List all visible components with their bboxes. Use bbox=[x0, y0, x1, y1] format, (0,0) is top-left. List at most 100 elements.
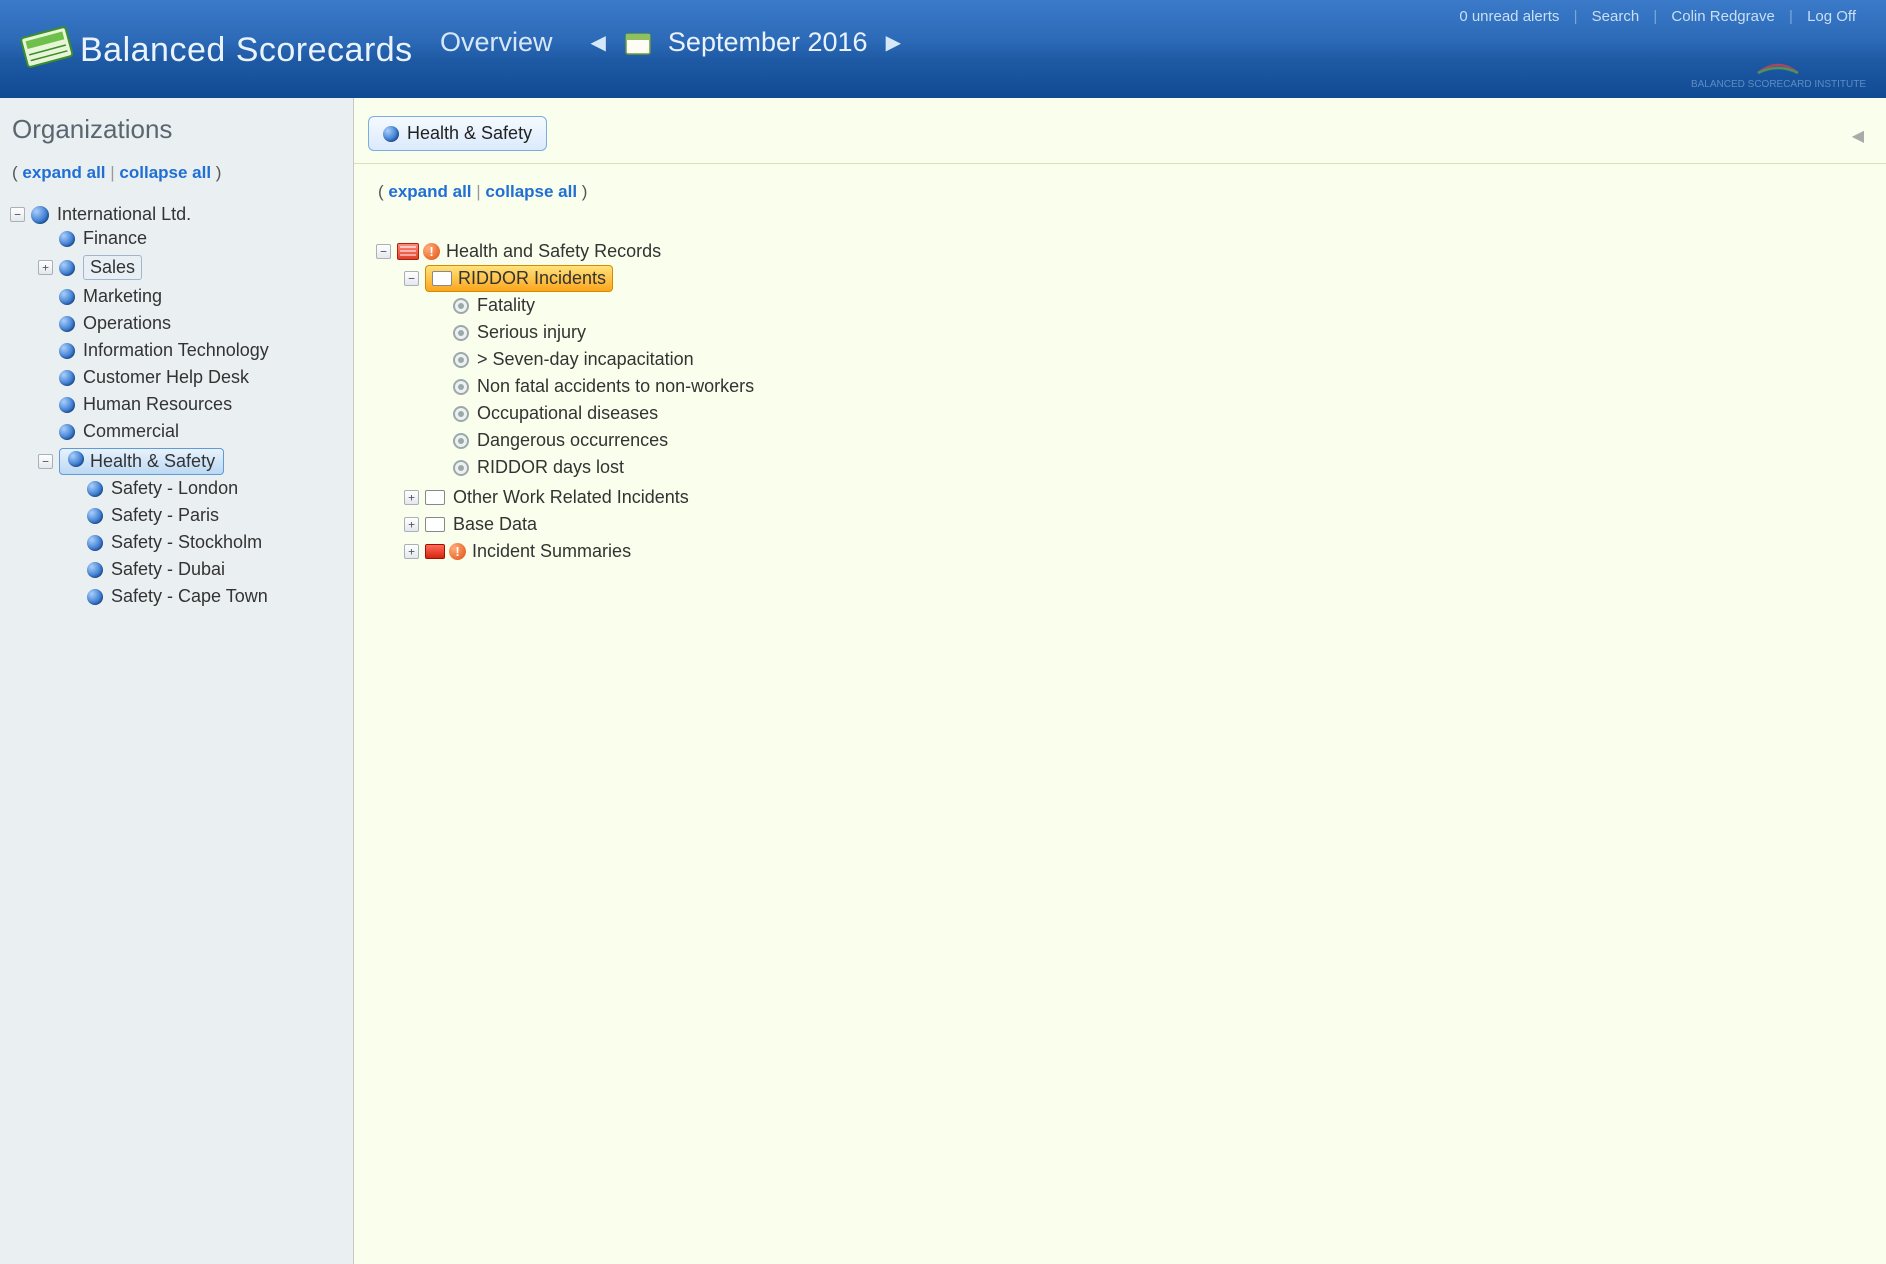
org-item[interactable]: Human Resources bbox=[83, 394, 232, 415]
tree-collapse-icon[interactable]: − bbox=[38, 454, 53, 469]
org-orb-icon bbox=[59, 260, 75, 276]
org-item[interactable]: Information Technology bbox=[83, 340, 269, 361]
scorecard-node[interactable]: Base Data bbox=[453, 514, 537, 535]
main-body: ( expand all | collapse all ) − ! Health… bbox=[354, 164, 1886, 586]
org-item[interactable]: Safety - Cape Town bbox=[111, 586, 268, 607]
org-orb-icon bbox=[59, 316, 75, 332]
bsi-logo: BALANCED SCORECARD INSTITUTE bbox=[1691, 55, 1866, 90]
sidebar-tree-controls: ( expand all | collapse all ) bbox=[12, 163, 343, 183]
org-orb-icon bbox=[59, 370, 75, 386]
breadcrumb-bar: Health & Safety ◀ bbox=[354, 98, 1886, 164]
header-links: 0 unread alerts | Search | Colin Redgrav… bbox=[1449, 8, 1866, 25]
org-orb-icon bbox=[87, 481, 103, 497]
org-item[interactable]: Sales bbox=[83, 255, 142, 280]
status-white-icon bbox=[425, 490, 445, 505]
status-white-icon bbox=[425, 517, 445, 532]
logo-area: Balanced Scorecards bbox=[14, 18, 413, 83]
org-item[interactable]: Safety - London bbox=[111, 478, 238, 499]
tree-collapse-icon[interactable]: − bbox=[10, 207, 25, 222]
period-label[interactable]: September 2016 bbox=[668, 27, 868, 58]
org-item[interactable]: Operations bbox=[83, 313, 171, 334]
app-header: 0 unread alerts | Search | Colin Redgrav… bbox=[0, 0, 1886, 98]
search-link[interactable]: Search bbox=[1592, 8, 1640, 25]
nav-overview-label[interactable]: Overview bbox=[440, 27, 553, 58]
org-orb-icon bbox=[59, 231, 75, 247]
org-orb-icon bbox=[87, 508, 103, 524]
metric-orb-icon bbox=[453, 352, 469, 368]
sidebar-collapse-all[interactable]: collapse all bbox=[119, 163, 211, 182]
tree-collapse-icon[interactable]: − bbox=[404, 271, 419, 286]
org-item[interactable]: Commercial bbox=[83, 421, 179, 442]
org-item-selected[interactable]: Health & Safety bbox=[59, 448, 224, 475]
tree-expand-icon[interactable]: + bbox=[404, 544, 419, 559]
list-status-icon bbox=[397, 243, 419, 260]
main-expand-all[interactable]: expand all bbox=[388, 182, 471, 201]
org-root-label[interactable]: International Ltd. bbox=[57, 204, 191, 225]
org-tree: − International Ltd. Finance + Sales Mark… bbox=[10, 201, 343, 616]
nav-area: Overview ◀ September 2016 ▶ bbox=[440, 26, 909, 59]
divider: | bbox=[1574, 8, 1578, 25]
metric-orb-icon bbox=[453, 298, 469, 314]
period-next-icon[interactable]: ▶ bbox=[878, 26, 909, 59]
scorecard-root[interactable]: Health and Safety Records bbox=[446, 241, 661, 262]
org-orb-icon bbox=[59, 289, 75, 305]
logoff-link[interactable]: Log Off bbox=[1807, 8, 1856, 25]
main-collapse-all[interactable]: collapse all bbox=[485, 182, 577, 201]
scorecard-node-highlighted[interactable]: RIDDOR Incidents bbox=[425, 265, 613, 292]
org-orb-icon bbox=[68, 451, 84, 467]
divider: | bbox=[1789, 8, 1793, 25]
alerts-link[interactable]: 0 unread alerts bbox=[1459, 8, 1559, 25]
sidebar-expand-all[interactable]: expand all bbox=[22, 163, 105, 182]
org-item[interactable]: Customer Help Desk bbox=[83, 367, 249, 388]
metric-orb-icon bbox=[453, 433, 469, 449]
app-logo-icon bbox=[14, 18, 80, 83]
tree-expand-icon[interactable]: + bbox=[404, 517, 419, 532]
status-red-icon bbox=[425, 544, 445, 559]
calendar-icon bbox=[624, 29, 658, 57]
metric-orb-icon bbox=[453, 325, 469, 341]
metric-item[interactable]: Non fatal accidents to non-workers bbox=[477, 376, 754, 397]
org-orb-icon bbox=[59, 397, 75, 413]
alert-icon: ! bbox=[423, 243, 440, 260]
app-title: Balanced Scorecards bbox=[80, 31, 413, 70]
metric-item[interactable]: Fatality bbox=[477, 295, 535, 316]
org-orb-icon bbox=[383, 126, 399, 142]
scorecard-tree: − ! Health and Safety Records − RIDDOR I… bbox=[376, 238, 1864, 568]
metric-orb-icon bbox=[453, 406, 469, 422]
org-item[interactable]: Safety - Dubai bbox=[111, 559, 225, 580]
org-orb-icon bbox=[87, 562, 103, 578]
org-orb-icon bbox=[87, 535, 103, 551]
sidebar: Organizations ( expand all | collapse al… bbox=[0, 98, 354, 1264]
org-item[interactable]: Finance bbox=[83, 228, 147, 249]
sidebar-title: Organizations bbox=[12, 114, 343, 145]
scorecard-node[interactable]: Incident Summaries bbox=[472, 541, 631, 562]
org-orb-icon bbox=[59, 424, 75, 440]
divider: | bbox=[1653, 8, 1657, 25]
breadcrumb-item[interactable]: Health & Safety bbox=[368, 116, 547, 151]
main-tree-controls: ( expand all | collapse all ) bbox=[378, 182, 1864, 202]
status-white-icon bbox=[432, 271, 452, 286]
main-panel: Health & Safety ◀ ( expand all | collaps… bbox=[354, 98, 1886, 1264]
panel-collapse-icon[interactable]: ◀ bbox=[1852, 126, 1864, 146]
org-item[interactable]: Safety - Stockholm bbox=[111, 532, 262, 553]
metric-orb-icon bbox=[453, 460, 469, 476]
period-prev-icon[interactable]: ◀ bbox=[583, 26, 614, 59]
tree-expand-icon[interactable]: + bbox=[404, 490, 419, 505]
alert-icon: ! bbox=[449, 543, 466, 560]
org-item[interactable]: Marketing bbox=[83, 286, 162, 307]
org-item[interactable]: Safety - Paris bbox=[111, 505, 219, 526]
scorecard-node[interactable]: Other Work Related Incidents bbox=[453, 487, 689, 508]
metric-item[interactable]: > Seven-day incapacitation bbox=[477, 349, 694, 370]
metric-item[interactable]: Occupational diseases bbox=[477, 403, 658, 424]
org-orb-icon bbox=[31, 206, 49, 224]
metric-orb-icon bbox=[453, 379, 469, 395]
org-orb-icon bbox=[87, 589, 103, 605]
org-orb-icon bbox=[59, 343, 75, 359]
tree-collapse-icon[interactable]: − bbox=[376, 244, 391, 259]
metric-item[interactable]: Dangerous occurrences bbox=[477, 430, 668, 451]
tree-expand-icon[interactable]: + bbox=[38, 260, 53, 275]
content-area: Organizations ( expand all | collapse al… bbox=[0, 98, 1886, 1264]
metric-item[interactable]: Serious injury bbox=[477, 322, 586, 343]
user-link[interactable]: Colin Redgrave bbox=[1671, 8, 1774, 25]
metric-item[interactable]: RIDDOR days lost bbox=[477, 457, 624, 478]
